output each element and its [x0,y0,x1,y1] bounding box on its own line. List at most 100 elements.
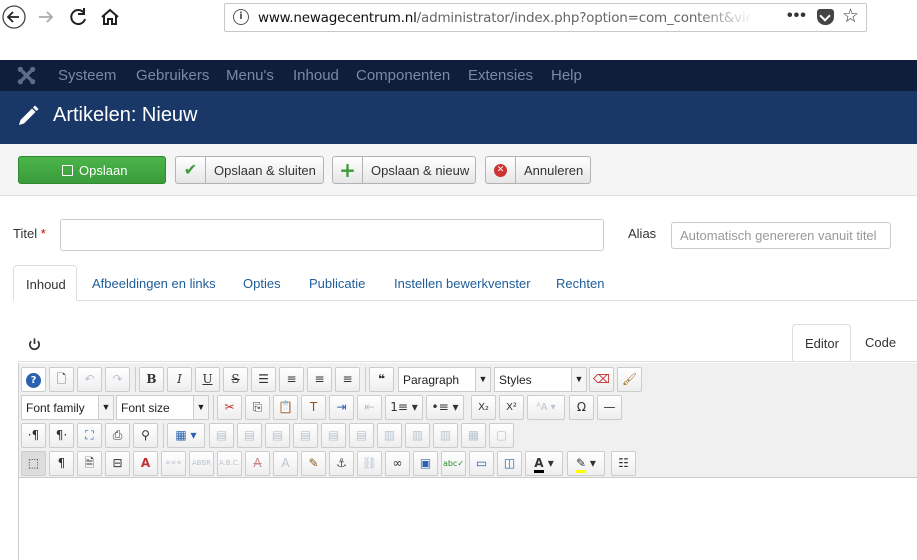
save-close-button[interactable]: ✔ Opslaan & sluiten [175,156,324,184]
visual-aid-icon[interactable]: ⬚ [21,451,46,476]
blockquote-icon[interactable]: ❝ [369,367,394,392]
tab-afbeeldingen-links[interactable]: Afbeeldingen en links [92,265,216,301]
template-icon[interactable]: 🗎 [77,451,102,476]
bookmark-star-icon[interactable]: ☆ [842,5,859,27]
text-direction-icon[interactable]: ᴬA ▾ [527,395,565,420]
subscript-icon[interactable]: X₂ [471,395,496,420]
split-cells-icon[interactable]: ▦ [461,423,486,448]
alias-input[interactable] [672,223,890,248]
row-props-icon[interactable]: ▤ [237,423,262,448]
paste-text-icon[interactable]: T [301,395,326,420]
attributes-icon[interactable]: ✎ [301,451,326,476]
media-icon[interactable]: ▭ [469,451,494,476]
redo-icon[interactable]: ↷ [105,367,130,392]
undo-icon[interactable]: ↶ [77,367,102,392]
new-document-icon[interactable]: 🗋 [49,367,74,392]
indent-icon[interactable]: ⇥ [329,395,354,420]
reload-button[interactable] [66,5,90,29]
cancel-button[interactable]: ✕ Annuleren [485,156,591,184]
col-before-icon[interactable]: ▥ [377,423,402,448]
horizontal-rule-icon[interactable]: — [597,395,622,420]
menu-menus[interactable]: Menu's [226,67,274,84]
tab-publicatie[interactable]: Publicatie [309,265,365,301]
font-family-select[interactable]: Font family ▼ [21,395,114,420]
delete-row-icon[interactable]: ▤ [349,423,374,448]
help-icon[interactable]: ? [21,367,46,392]
alias-field[interactable] [671,222,891,249]
delete-text-icon[interactable]: A [245,451,270,476]
row-before-icon[interactable]: ▤ [293,423,318,448]
menu-help[interactable]: Help [551,67,582,84]
font-size-select[interactable]: Font size ▼ [116,395,209,420]
power-toggle-icon[interactable] [27,337,42,352]
ltr-icon[interactable]: ·¶ [21,423,46,448]
joomla-logo-icon[interactable] [16,65,37,86]
pocket-icon[interactable] [817,9,834,25]
numbered-list-icon[interactable]: 1≡ ▾ [385,395,423,420]
show-blocks-icon[interactable]: ¶ [49,451,74,476]
abbr-icon[interactable]: ABBR [189,451,214,476]
forward-button[interactable] [34,5,58,29]
layer-icon[interactable]: ◫ [497,451,522,476]
anchor-icon[interactable]: ⚓ [329,451,354,476]
delete-table-icon[interactable]: ▤ [209,423,234,448]
special-character-icon[interactable]: Ω [569,395,594,420]
home-button[interactable] [98,5,122,29]
highlight-color-icon[interactable]: ✎ ▾ [567,451,605,476]
page-break-icon[interactable]: ⊟ [105,451,130,476]
cut-icon[interactable]: ✂ [217,395,242,420]
cite-icon[interactable]: ««« [161,451,186,476]
rtl-icon[interactable]: ¶· [49,423,74,448]
underline-icon[interactable]: U [195,367,220,392]
link-icon[interactable]: ∞ [385,451,410,476]
print-icon[interactable]: ⎙ [105,423,130,448]
eraser-icon[interactable]: ⌫ [589,367,614,392]
tab-rechten[interactable]: Rechten [556,265,604,301]
delete-col-icon[interactable]: ▥ [433,423,458,448]
insert-text-icon[interactable]: A [273,451,298,476]
unlink-icon[interactable]: ⛓ [357,451,382,476]
menu-extensies[interactable]: Extensies [468,67,533,84]
title-input[interactable] [61,220,603,250]
row-after-icon[interactable]: ▤ [321,423,346,448]
tab-opties[interactable]: Opties [243,265,281,301]
spellcheck-icon[interactable]: abc✓ [441,451,466,476]
tab-inhoud[interactable]: Inhoud [13,265,77,301]
cell-props-icon[interactable]: ▤ [265,423,290,448]
menu-gebruikers[interactable]: Gebruikers [136,67,209,84]
copy-icon[interactable]: ⎘ [245,395,270,420]
clean-brush-icon[interactable]: 🖌 [617,367,642,392]
image-icon[interactable]: ▣ [413,451,438,476]
align-right-icon[interactable]: ≡ [335,367,360,392]
text-color-icon[interactable]: A ▾ [525,451,563,476]
format-select[interactable]: Paragraph ▼ [398,367,491,392]
acronym-icon[interactable]: A.B.C. [217,451,242,476]
bullet-list-icon[interactable]: •≡ ▾ [426,395,464,420]
back-button[interactable] [2,5,26,29]
outdent-icon[interactable]: ⇤ [357,395,382,420]
address-bar[interactable]: i www.newagecentrum.nl/administrator/ind… [224,3,867,32]
col-after-icon[interactable]: ▥ [405,423,430,448]
strikethrough-icon[interactable]: S [223,367,248,392]
tab-instellen-bewerkvenster[interactable]: Instellen bewerkvenster [394,265,531,301]
menu-componenten[interactable]: Componenten [356,67,450,84]
superscript-icon[interactable]: X² [499,395,524,420]
menu-systeem[interactable]: Systeem [58,67,116,84]
paste-icon[interactable]: 📋 [273,395,298,420]
page-actions-icon[interactable]: ••• [787,7,807,25]
editor-tab-code[interactable]: Code [865,324,896,362]
italic-icon[interactable]: I [167,367,192,392]
bold-icon[interactable]: B [139,367,164,392]
table-controls-icon[interactable]: ☷ [611,451,636,476]
info-icon[interactable]: i [233,9,249,25]
table-icon[interactable]: ▦ ▾ [167,423,205,448]
menu-inhoud[interactable]: Inhoud [293,67,339,84]
align-justify-icon[interactable]: ☰ [251,367,276,392]
search-replace-icon[interactable]: ⚲ [133,423,158,448]
align-left-icon[interactable]: ≡ [307,367,332,392]
styleprops-icon[interactable]: A [133,451,158,476]
save-new-button[interactable]: + Opslaan & nieuw [332,156,476,184]
title-field[interactable] [60,219,604,251]
styles-select[interactable]: Styles ▼ [494,367,587,392]
align-center-icon[interactable]: ≡ [279,367,304,392]
